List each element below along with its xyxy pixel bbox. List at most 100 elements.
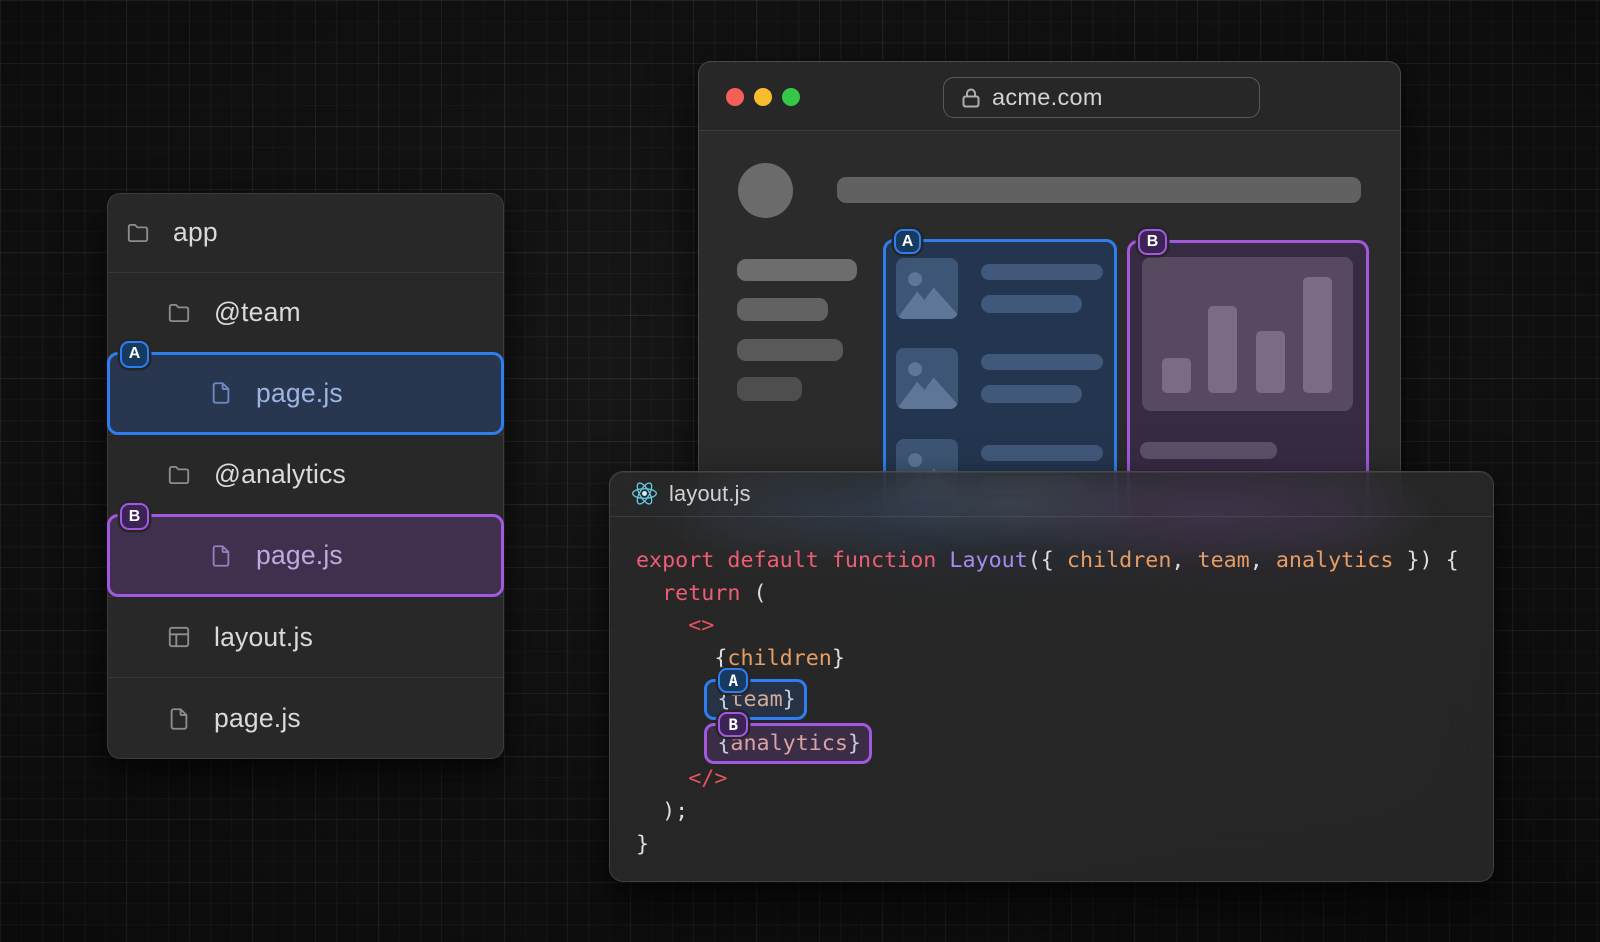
folder-icon (166, 300, 192, 326)
code-token (636, 613, 688, 638)
tree-item-page-js[interactable]: Apage.js (108, 353, 503, 434)
code-token: ({ (1028, 548, 1067, 573)
traffic-lights (726, 88, 800, 106)
code-token: } (636, 832, 649, 857)
code-badge-a: A (718, 668, 748, 693)
tree-item-app[interactable]: app (108, 194, 503, 272)
code-indent (636, 728, 714, 753)
code-line-slot-a: {team}A (636, 675, 1493, 719)
code-token: function (832, 548, 936, 573)
slot-b-badge: B (1138, 229, 1167, 255)
tree-item-page-js[interactable]: page.js (108, 677, 503, 758)
code-token (636, 766, 688, 791)
file-tree-panel: app @team Apage.js @analytics Bpage.js layout… (107, 193, 504, 759)
nav-skeleton-bar (737, 339, 843, 361)
text-skeleton-line (981, 295, 1082, 313)
avatar-placeholder (738, 163, 793, 218)
code-badge-b: B (718, 712, 748, 737)
chart-caption-skeleton (1140, 442, 1277, 459)
code-token: return (662, 581, 740, 606)
minimize-window-button[interactable] (754, 88, 772, 106)
highlight-box-a: A (107, 352, 504, 435)
tree-item-layout-js[interactable]: layout.js (108, 596, 503, 677)
editor-filename: layout.js (669, 481, 751, 507)
code-line: } (636, 829, 1493, 862)
code-line-slot-b: {analytics}B (636, 719, 1493, 763)
zoom-window-button[interactable] (782, 88, 800, 106)
url-bar[interactable]: acme.com (943, 77, 1260, 118)
code-token: export (636, 548, 714, 573)
code-token (636, 646, 714, 671)
image-placeholder (896, 258, 958, 319)
code-line: export default function Layout({ childre… (636, 545, 1493, 578)
code-token: , (1250, 548, 1276, 573)
folder-icon (125, 220, 151, 246)
code-token: ); (662, 799, 688, 824)
highlight-box-b: B (107, 514, 504, 597)
chart-bar (1303, 277, 1332, 393)
chart-bar (1256, 331, 1285, 393)
folder-icon (166, 462, 192, 488)
lock-icon (959, 86, 983, 110)
tree-item-label: page.js (214, 703, 301, 734)
code-line: <> (636, 610, 1493, 643)
code-editor-panel: layout.js export default function Layout… (609, 471, 1494, 882)
code-token: } (783, 687, 796, 712)
code-line: ); (636, 796, 1493, 829)
text-skeleton-line (981, 445, 1103, 461)
tree-item-label: app (173, 217, 218, 248)
code-token (714, 548, 727, 573)
layout-icon (166, 624, 192, 650)
code-token (636, 581, 662, 606)
header-skeleton-bar (837, 177, 1361, 203)
close-window-button[interactable] (726, 88, 744, 106)
code-token: ( (740, 581, 766, 606)
code-block: export default function Layout({ childre… (610, 517, 1493, 861)
code-token (819, 548, 832, 573)
browser-titlebar: acme.com (699, 62, 1400, 131)
tree-item-label: layout.js (214, 622, 313, 653)
code-token: } (848, 731, 861, 756)
tree-item--team[interactable]: @team (108, 272, 503, 353)
code-token: default (727, 548, 818, 573)
tree-item-label: @team (214, 297, 301, 328)
code-token: analytics (730, 731, 848, 756)
code-token: team (1198, 548, 1250, 573)
tree-item--analytics[interactable]: @analytics (108, 434, 503, 515)
media-list-item (896, 258, 1108, 319)
file-icon (166, 706, 192, 732)
slot-a-badge: A (894, 229, 921, 254)
code-token: analytics (1276, 548, 1394, 573)
chart-bar (1208, 306, 1237, 393)
code-line: </> (636, 763, 1493, 796)
tree-badge-a: A (120, 341, 149, 368)
tree-badge-b: B (120, 503, 149, 530)
code-token: } (832, 646, 845, 671)
editor-header: layout.js (610, 472, 1493, 517)
code-token: children (727, 646, 831, 671)
react-icon (631, 480, 658, 507)
code-indent (636, 684, 714, 709)
chart-bar (1162, 358, 1191, 393)
code-line: {children} (636, 643, 1493, 676)
nav-skeleton-bar (737, 377, 802, 401)
text-skeleton-line (981, 385, 1082, 403)
code-token: , (1171, 548, 1197, 573)
code-token (636, 799, 662, 824)
url-text: acme.com (992, 84, 1103, 111)
image-placeholder (896, 348, 958, 409)
text-skeleton-line (981, 264, 1103, 280)
tree-item-page-js[interactable]: Bpage.js (108, 515, 503, 596)
code-line: return ( (636, 578, 1493, 611)
code-token: <> (688, 613, 714, 638)
media-list-item (896, 348, 1108, 409)
chart-placeholder (1142, 257, 1353, 411)
code-token: children (1067, 548, 1171, 573)
code-token: Layout (949, 548, 1027, 573)
nav-skeleton-bar (737, 259, 857, 281)
nav-skeleton-bar (737, 298, 828, 321)
text-skeleton-line (981, 354, 1103, 370)
code-token (936, 548, 949, 573)
tree-item-label: @analytics (214, 459, 346, 490)
code-token: </> (688, 766, 727, 791)
